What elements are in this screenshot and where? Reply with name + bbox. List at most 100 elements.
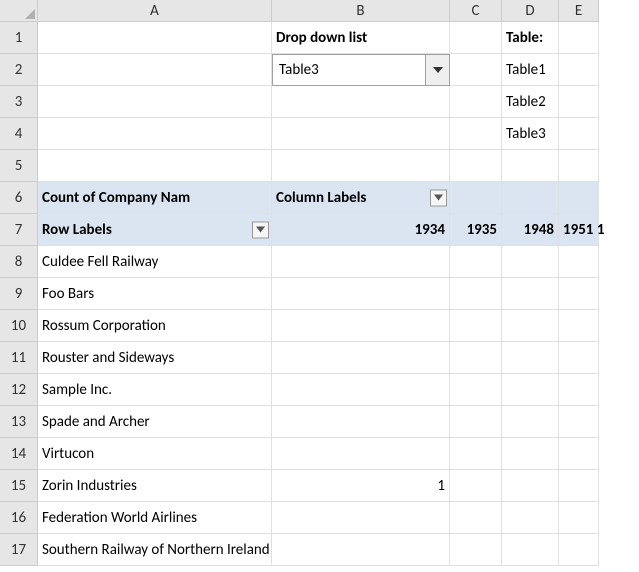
pivot-values-label[interactable]: Count of Company Nam (38, 182, 272, 214)
cell[interactable] (272, 310, 450, 342)
cell[interactable] (272, 438, 450, 470)
cell-E1[interactable] (559, 22, 599, 54)
company-row[interactable]: Sample Inc. (38, 374, 272, 406)
row-header-14[interactable]: 14 (0, 438, 38, 470)
row-filter-button[interactable] (252, 221, 269, 238)
cell[interactable] (450, 438, 502, 470)
cell-C2[interactable] (450, 54, 502, 86)
column-filter-button[interactable] (430, 189, 447, 206)
row-header-2[interactable]: 2 (0, 54, 38, 86)
cell[interactable] (450, 342, 502, 374)
cell[interactable] (450, 278, 502, 310)
cell-E5[interactable] (559, 150, 599, 182)
row-header-15[interactable]: 15 (0, 470, 38, 502)
column-header-C[interactable]: C (450, 0, 502, 22)
row-header-8[interactable]: 8 (0, 246, 38, 278)
cell-A3[interactable] (38, 86, 272, 118)
cell[interactable] (502, 310, 559, 342)
cell-E3[interactable] (559, 86, 599, 118)
cell[interactable] (559, 374, 599, 406)
cell[interactable] (559, 534, 599, 566)
cell-A4[interactable] (38, 118, 272, 150)
row-header-16[interactable]: 16 (0, 502, 38, 534)
cell-A5[interactable] (38, 150, 272, 182)
cell[interactable] (450, 406, 502, 438)
row-header-9[interactable]: 9 (0, 278, 38, 310)
cell-E2[interactable] (559, 54, 599, 86)
row-header-17[interactable]: 17 (0, 534, 38, 566)
cell-A2[interactable] (38, 54, 272, 86)
cell[interactable] (450, 502, 502, 534)
cell[interactable] (272, 246, 450, 278)
cell-B3[interactable] (272, 86, 450, 118)
row-header-4[interactable]: 4 (0, 118, 38, 150)
cell[interactable] (502, 246, 559, 278)
column-header-A[interactable]: A (38, 0, 272, 22)
row-header-5[interactable]: 5 (0, 150, 38, 182)
cell[interactable] (272, 534, 450, 566)
cell[interactable] (450, 374, 502, 406)
cell[interactable] (559, 246, 599, 278)
cell-D2[interactable]: Table1 (502, 54, 559, 86)
cell-D5[interactable] (502, 150, 559, 182)
cell-D4[interactable]: Table3 (502, 118, 559, 150)
row-header-11[interactable]: 11 (0, 342, 38, 374)
cell[interactable] (559, 406, 599, 438)
cell[interactable]: 1 (272, 470, 450, 502)
cell-B5[interactable] (272, 150, 450, 182)
pivot-column-labels[interactable]: Column Labels (272, 182, 450, 214)
pivot-row-labels[interactable]: Row Labels (38, 214, 272, 246)
column-header-E[interactable]: E (559, 0, 599, 22)
column-header-B[interactable]: B (272, 0, 450, 22)
cell[interactable] (559, 342, 599, 374)
cell[interactable] (502, 534, 559, 566)
cell[interactable] (559, 502, 599, 534)
cell[interactable] (502, 374, 559, 406)
cell[interactable] (450, 470, 502, 502)
cell-C3[interactable] (450, 86, 502, 118)
dropdown-button[interactable] (425, 55, 449, 85)
cell[interactable] (450, 246, 502, 278)
year-col-3[interactable]: 1948 (502, 214, 559, 246)
cell[interactable] (502, 438, 559, 470)
cell-C4[interactable] (450, 118, 502, 150)
select-all-corner[interactable] (0, 0, 38, 22)
year-col-2[interactable]: 1935 (450, 214, 502, 246)
cell[interactable] (272, 342, 450, 374)
company-row[interactable]: Virtucon (38, 438, 272, 470)
company-row[interactable]: Southern Railway of Northern Ireland (38, 534, 272, 566)
cell-C6[interactable] (450, 182, 502, 214)
row-header-1[interactable]: 1 (0, 22, 38, 54)
cell-C5[interactable] (450, 150, 502, 182)
cell[interactable] (502, 278, 559, 310)
company-row[interactable]: Rouster and Sideways (38, 342, 272, 374)
cell[interactable] (272, 502, 450, 534)
company-row[interactable]: Rossum Corporation (38, 310, 272, 342)
row-header-3[interactable]: 3 (0, 86, 38, 118)
cell[interactable] (272, 278, 450, 310)
cell-B4[interactable] (272, 118, 450, 150)
cell-A1[interactable] (38, 22, 272, 54)
row-header-10[interactable]: 10 (0, 310, 38, 342)
cell-D6[interactable] (502, 182, 559, 214)
cell[interactable] (502, 502, 559, 534)
cell[interactable] (502, 342, 559, 374)
row-header-6[interactable]: 6 (0, 182, 38, 214)
cell[interactable] (450, 310, 502, 342)
cell[interactable] (272, 374, 450, 406)
dropdown-cell[interactable]: Table3 (272, 54, 450, 86)
cell[interactable] (502, 406, 559, 438)
row-header-13[interactable]: 13 (0, 406, 38, 438)
company-row[interactable]: Zorin Industries (38, 470, 272, 502)
cell[interactable] (450, 534, 502, 566)
company-row[interactable]: Federation World Airlines (38, 502, 272, 534)
cell[interactable] (502, 470, 559, 502)
cell-E4[interactable] (559, 118, 599, 150)
year-col-4[interactable]: 1951 1 (559, 214, 599, 246)
company-row[interactable]: Culdee Fell Railway (38, 246, 272, 278)
cell-B1[interactable]: Drop down list (272, 22, 450, 54)
cell-C1[interactable] (450, 22, 502, 54)
cell[interactable] (559, 438, 599, 470)
column-header-D[interactable]: D (502, 0, 559, 22)
company-row[interactable]: Spade and Archer (38, 406, 272, 438)
